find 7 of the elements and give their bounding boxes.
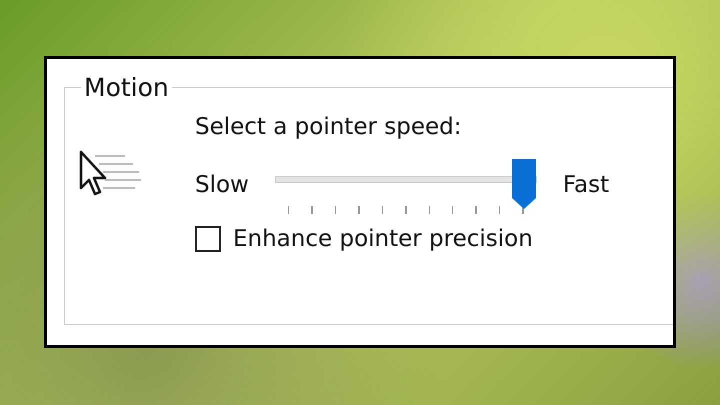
slow-label: Slow xyxy=(195,172,249,198)
slider-thumb[interactable] xyxy=(510,158,537,210)
pointer-speed-label: Select a pointer speed: xyxy=(195,114,462,140)
group-title: Motion xyxy=(83,73,170,102)
precision-label[interactable]: Enhance pointer precision xyxy=(233,226,533,252)
precision-checkbox[interactable] xyxy=(195,226,221,252)
fast-label: Fast xyxy=(562,172,610,198)
